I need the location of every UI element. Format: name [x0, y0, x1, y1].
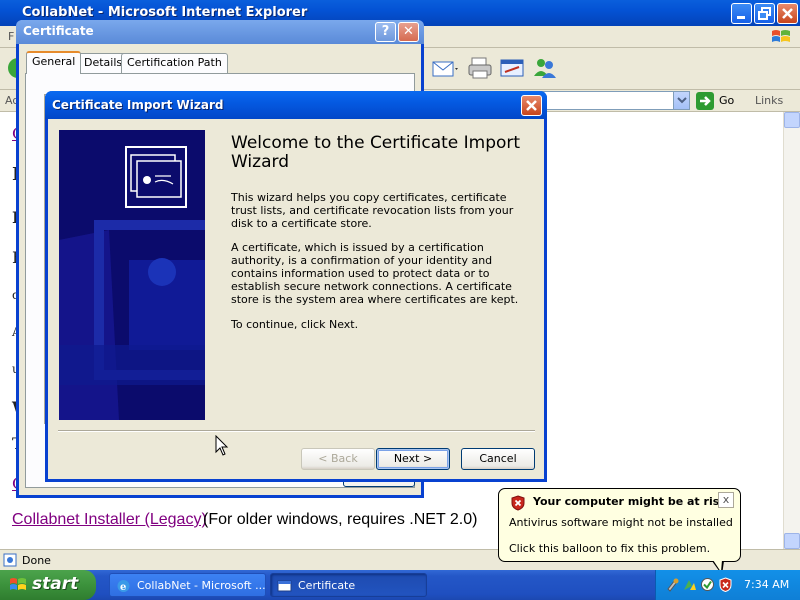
balloon-action-hint: Click this balloon to fix this problem.: [509, 542, 711, 555]
menu-file[interactable]: F: [8, 30, 14, 43]
certificate-close-button[interactable]: ✕: [398, 22, 419, 42]
security-balloon[interactable]: Your computer might be at risk x Antivir…: [498, 488, 741, 562]
collabnet-installer-legacy-link[interactable]: Collabnet Installer (Legacy): [12, 511, 207, 529]
taskbar-item-label: CollabNet - Microsoft ...: [137, 579, 266, 592]
minimize-icon: [737, 16, 745, 19]
wizard-intro-paragraph: This wizard helps you copy certificates,…: [231, 191, 514, 230]
ie-icon: e: [117, 580, 130, 593]
ie-close-button[interactable]: [777, 3, 798, 24]
address-dropdown-button[interactable]: [673, 92, 689, 109]
wizard-banner-image: [59, 130, 205, 420]
edit-icon[interactable]: [498, 54, 528, 82]
chevron-down-icon: [677, 97, 687, 104]
certificate-dialog-title: Certificate: [23, 24, 94, 38]
ie-restore-button[interactable]: [754, 3, 775, 24]
certificate-help-button[interactable]: ?: [375, 22, 396, 42]
tray-updates-icon[interactable]: [700, 577, 715, 592]
cancel-button[interactable]: Cancel: [461, 448, 535, 470]
svg-text:e: e: [120, 582, 126, 593]
wizard-heading: Welcome to the Certificate Import Wizard: [231, 133, 521, 172]
messenger-icon[interactable]: [530, 54, 560, 82]
links-label[interactable]: Links: [755, 94, 783, 107]
taskbar-item-collabnet[interactable]: e CollabNet - Microsoft ...: [109, 573, 266, 597]
page-done-icon: [3, 553, 17, 567]
wizard-separator: [58, 430, 535, 432]
mail-icon[interactable]: [430, 54, 460, 82]
close-icon: [782, 8, 793, 19]
windows-flag-icon: [10, 578, 26, 590]
restore-icon: [758, 7, 771, 20]
wizard-title: Certificate Import Wizard: [52, 98, 224, 112]
legacy-installer-note: (For older windows, requires .NET 2.0): [203, 511, 478, 528]
ie-window-title: CollabNet - Microsoft Internet Explorer: [22, 5, 308, 20]
window-icon: [277, 580, 292, 592]
close-icon: [526, 100, 537, 111]
wizard-continue-hint: To continue, click Next.: [231, 318, 359, 331]
balloon-title: Your computer might be at risk: [533, 495, 727, 508]
taskbar: start e CollabNet - Microsoft ... Certif…: [0, 570, 800, 600]
certificate-titlebar[interactable]: Certificate ? ✕: [16, 20, 424, 44]
scroll-up-button[interactable]: [784, 112, 800, 128]
wizard-titlebar[interactable]: Certificate Import Wizard: [45, 91, 547, 119]
certificate-import-wizard: Certificate Import Wizard Welcome to the…: [45, 91, 547, 482]
mouse-cursor-icon: [215, 435, 229, 456]
windows-logo-icon: [772, 30, 790, 42]
system-tray: 7:34 AM: [655, 570, 800, 600]
taskbar-item-certificate[interactable]: Certificate: [270, 573, 427, 597]
tab-certification-path[interactable]: Certification Path: [121, 53, 228, 73]
tray-security-shield-icon[interactable]: [718, 577, 733, 592]
next-button[interactable]: Next >: [376, 448, 450, 470]
balloon-message: Antivirus software might not be installe…: [509, 516, 733, 529]
print-icon[interactable]: [466, 54, 496, 82]
address-input[interactable]: [540, 91, 690, 110]
go-label[interactable]: Go: [719, 94, 734, 107]
wizard-close-button[interactable]: [521, 95, 542, 116]
tray-network-icon[interactable]: [682, 577, 697, 592]
wizard-description-paragraph: A certificate, which is issued by a cert…: [231, 241, 519, 306]
tab-general[interactable]: General: [26, 51, 82, 74]
go-arrow-icon: [700, 96, 711, 106]
start-button[interactable]: start: [0, 570, 96, 600]
taskbar-clock[interactable]: 7:34 AM: [744, 578, 789, 591]
tray-tools-icon[interactable]: [665, 577, 680, 592]
page-scrollbar[interactable]: [783, 112, 800, 549]
back-button[interactable]: < Back: [301, 448, 375, 470]
ie-minimize-button[interactable]: [731, 3, 752, 24]
taskbar-item-label: Certificate: [298, 579, 356, 592]
scroll-down-button[interactable]: [784, 533, 800, 549]
balloon-close-button[interactable]: x: [718, 492, 734, 508]
shield-warning-icon: [511, 495, 525, 511]
go-button[interactable]: [696, 92, 714, 110]
status-text: Done: [22, 554, 51, 567]
start-label: start: [32, 574, 79, 594]
